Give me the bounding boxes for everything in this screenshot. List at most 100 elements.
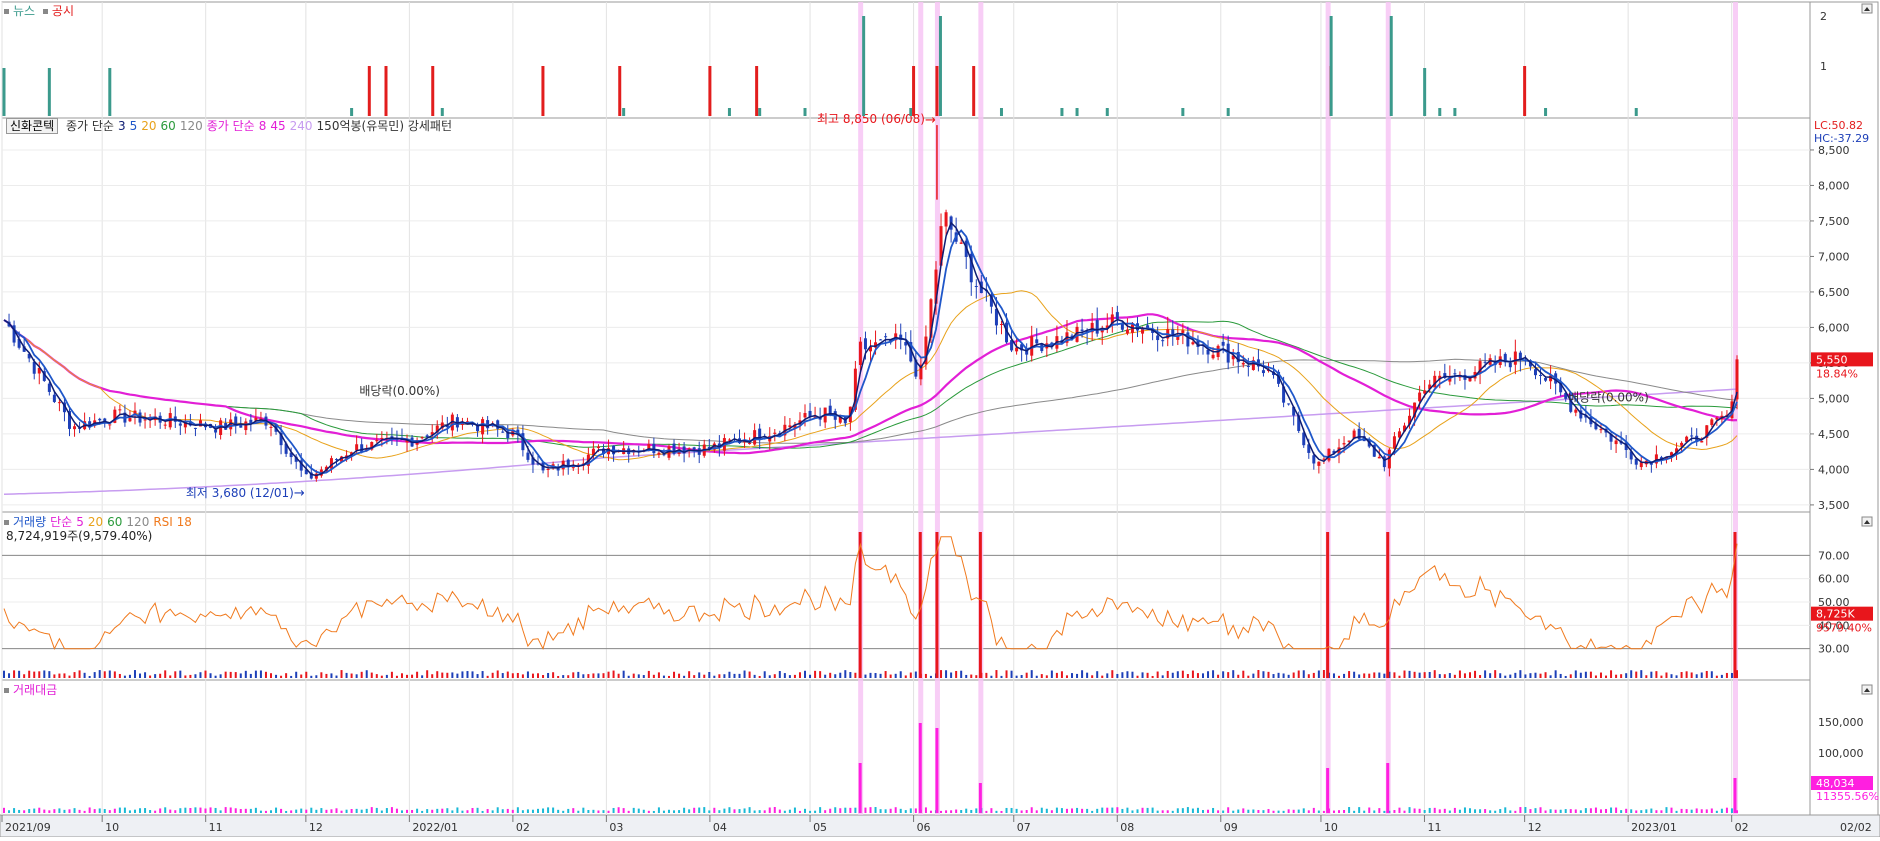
amount-bar <box>1448 810 1451 813</box>
amount-tick-label: 150,000 <box>1818 716 1864 729</box>
volume-bar <box>416 671 419 678</box>
amount-bar <box>1514 810 1517 813</box>
news-bar-tall <box>862 16 866 116</box>
volume-bar <box>88 675 91 678</box>
volume-bar <box>748 671 751 678</box>
amount-spike-bar <box>1386 763 1390 813</box>
last-change-label: 18.84% <box>1816 367 1858 380</box>
amount-bar <box>139 808 142 813</box>
amount-bar <box>940 810 943 813</box>
candle-body <box>1221 341 1225 346</box>
news-bar <box>727 108 731 116</box>
square-icon <box>4 9 9 14</box>
volume-bar <box>48 671 51 678</box>
amount-bar <box>1574 809 1577 813</box>
amount-bar <box>305 809 308 813</box>
volume-bar <box>970 674 973 678</box>
volume-bar <box>521 674 524 678</box>
news-bar <box>1423 68 1427 116</box>
volume-bar <box>778 671 781 678</box>
amount-bar <box>1605 808 1608 813</box>
amount-bar <box>48 810 51 813</box>
amount-bar <box>924 807 927 813</box>
news-bar-tall <box>1389 16 1393 116</box>
amount-bar <box>662 810 665 813</box>
volume-bar <box>1489 673 1492 678</box>
amount-bar <box>1252 809 1255 813</box>
amount-bar <box>1665 807 1668 813</box>
volume-bar <box>1191 670 1194 678</box>
volume-bar <box>1257 670 1260 678</box>
amount-bar <box>108 810 111 813</box>
volume-bar <box>320 672 323 678</box>
volume-bar <box>179 670 182 678</box>
amount-bar <box>355 808 358 813</box>
volume-bar <box>1710 671 1713 678</box>
candle-body <box>214 429 218 433</box>
volume-bar <box>1035 675 1038 678</box>
amount-bar <box>1262 810 1265 813</box>
amount-bar <box>1620 810 1623 813</box>
candle-body <box>1327 448 1331 461</box>
amount-bar <box>1675 810 1678 813</box>
volume-bar <box>602 673 605 678</box>
amount-bar <box>1720 808 1723 813</box>
amount-bar <box>300 808 303 813</box>
volume-bar <box>884 671 887 678</box>
volume-bar <box>652 674 655 678</box>
amount-bar <box>960 810 963 813</box>
x-tick-label: 12 <box>1528 821 1542 834</box>
notice-bar <box>1523 66 1527 116</box>
amount-tick-label: 100,000 <box>1818 747 1864 760</box>
amount-bar <box>804 808 807 813</box>
candle-body <box>999 323 1003 325</box>
price-legend-item: 120 <box>179 119 203 133</box>
volume-bar <box>889 674 892 678</box>
volume-legend-item: 120 <box>126 515 150 529</box>
amount-bar <box>1373 810 1376 813</box>
candle-body <box>193 427 197 429</box>
candle-body <box>1125 329 1129 334</box>
price-tick-label: 5,000 <box>1818 392 1850 405</box>
amount-bar <box>244 808 247 813</box>
amount-bar <box>1715 810 1718 813</box>
amount-bar <box>1549 809 1552 813</box>
volume-bar <box>1237 674 1240 678</box>
low-price-label: 최저 3,680 (12/01) <box>186 486 294 500</box>
amount-bar <box>1544 810 1547 813</box>
volume-bar <box>1599 672 1602 678</box>
amount-bar <box>1343 810 1346 813</box>
amount-bar <box>612 807 615 813</box>
stock-name-tag[interactable]: 신화콘텍 <box>6 118 59 134</box>
amount-bar <box>537 808 540 813</box>
amount-bar <box>1635 810 1638 813</box>
volume-bar <box>249 673 252 678</box>
candle-body <box>1156 335 1160 341</box>
candle-body <box>163 424 167 426</box>
volume-bar <box>1610 670 1613 678</box>
volume-bar <box>909 672 912 678</box>
amount-bar <box>1433 807 1436 813</box>
volume-bar <box>1005 670 1008 678</box>
amount-bar <box>1317 810 1320 813</box>
volume-bar <box>1363 673 1366 678</box>
amount-bar <box>1695 808 1698 813</box>
volume-bar <box>597 673 600 678</box>
volume-legend-item: 거래량 <box>13 515 47 529</box>
amount-bar <box>1428 807 1431 813</box>
amount-bar <box>13 808 16 813</box>
volume-bar <box>1589 671 1592 678</box>
event-highlight-band <box>1385 2 1391 815</box>
price-legend-item: 5 <box>129 119 138 133</box>
amount-bar <box>1363 810 1366 813</box>
volume-bar <box>1131 671 1134 678</box>
volume-bar <box>93 672 96 678</box>
candle-body <box>501 431 505 433</box>
amount-bar <box>335 808 338 813</box>
price-tick-label: 4,500 <box>1818 428 1850 441</box>
amount-bar <box>486 809 489 813</box>
volume-bar <box>662 675 665 678</box>
volume-bar <box>728 671 731 678</box>
volume-bar <box>1433 670 1436 678</box>
amount-bar <box>456 807 459 813</box>
